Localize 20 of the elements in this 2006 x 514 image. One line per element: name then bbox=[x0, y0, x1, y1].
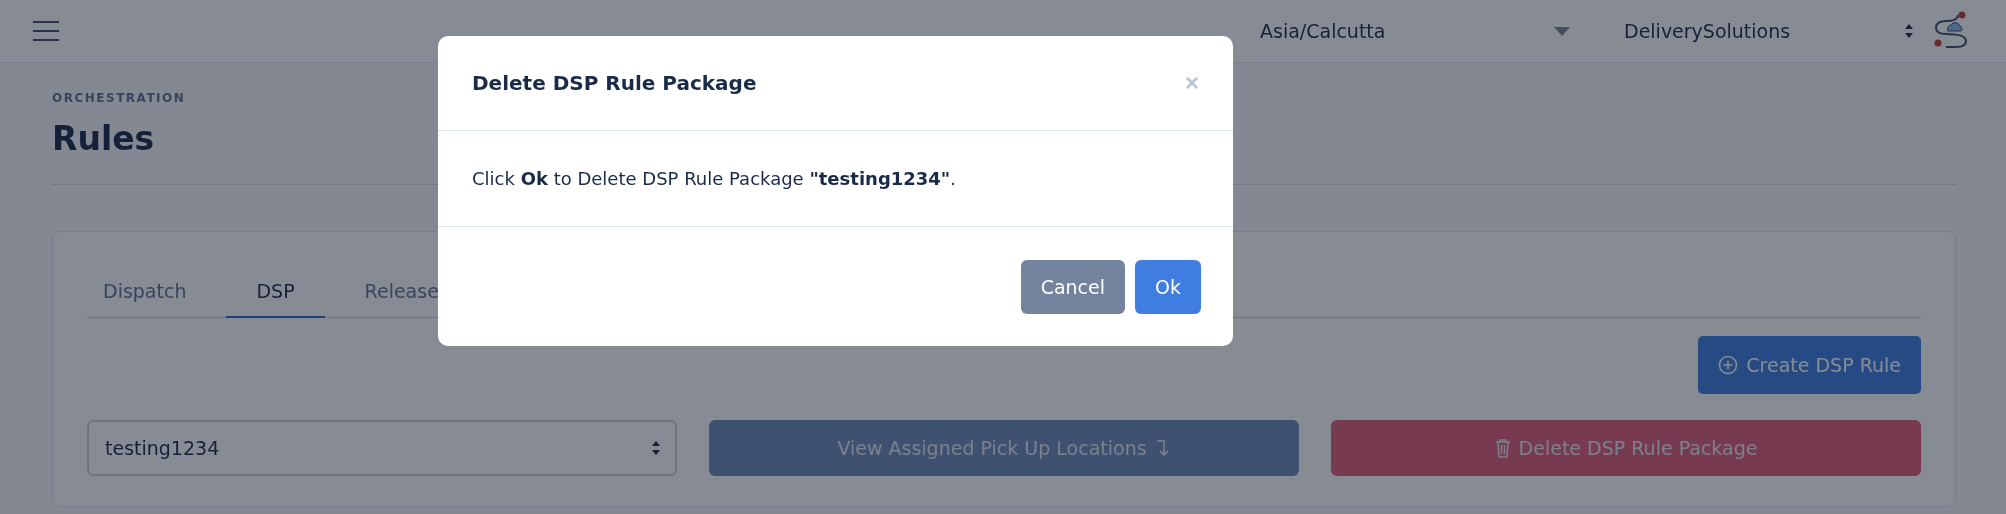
package-select[interactable]: testing1234 bbox=[87, 420, 677, 476]
trash-icon bbox=[1494, 438, 1511, 458]
tab[interactable]: Dispatch bbox=[87, 268, 217, 318]
cancel-button[interactable]: Cancel bbox=[1020, 259, 1126, 314]
sort-icon bbox=[1904, 23, 1914, 39]
tab[interactable]: Release bbox=[334, 268, 469, 318]
account-select[interactable]: DeliverySolutions bbox=[1624, 20, 1791, 42]
turn-down-arrow-icon bbox=[1154, 438, 1171, 458]
tab[interactable]: DSP bbox=[226, 268, 325, 318]
dialog-title: Delete DSP Rule Package bbox=[472, 71, 757, 95]
view-locations-button[interactable]: View Assigned Pick Up Locations bbox=[709, 420, 1299, 476]
timezone-select[interactable]: Asia/Calcutta bbox=[1260, 20, 1386, 42]
breadcrumb: ORCHESTRATION bbox=[52, 91, 187, 105]
caret-icon bbox=[1554, 26, 1570, 36]
sort-icon bbox=[651, 440, 661, 456]
delete-package-button[interactable]: Delete DSP Rule Package bbox=[1331, 420, 1921, 476]
ok-button[interactable]: Ok bbox=[1135, 259, 1201, 314]
plus-circle-icon bbox=[1718, 355, 1739, 375]
menu-icon[interactable] bbox=[32, 20, 60, 42]
create-rule-button[interactable]: Create DSP Rule bbox=[1698, 336, 1921, 394]
